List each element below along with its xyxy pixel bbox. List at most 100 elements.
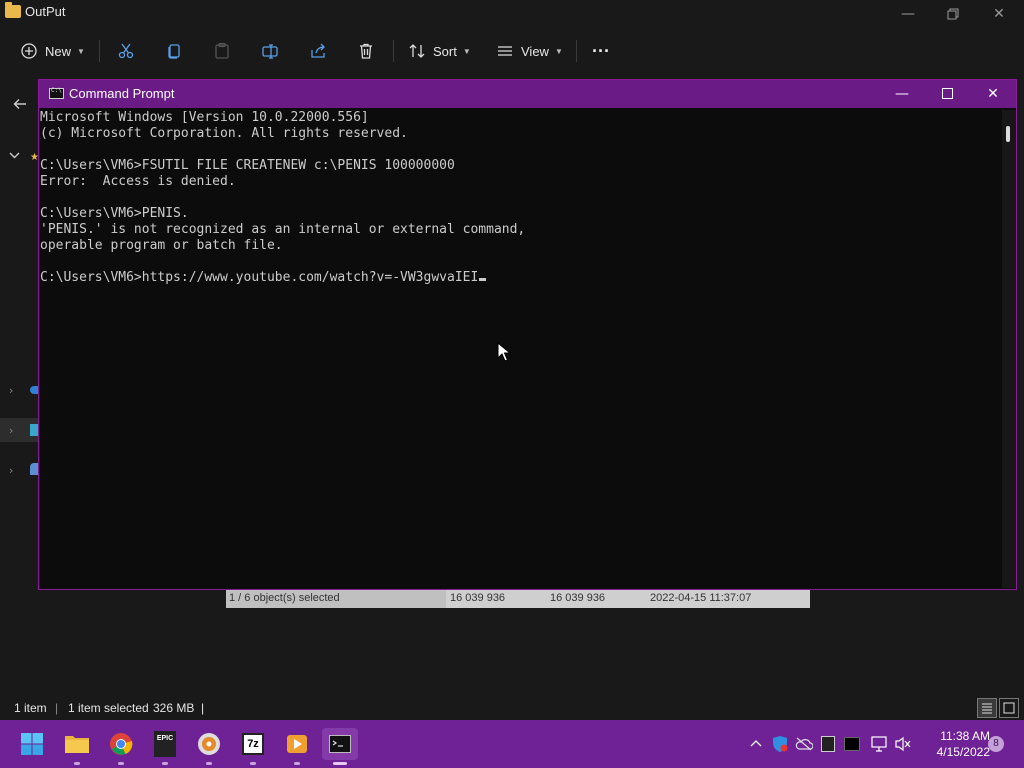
trash-icon (360, 43, 372, 59)
running-indicator (294, 762, 300, 765)
clock-time: 11:38 AM (940, 729, 990, 743)
view-list-icon (498, 46, 512, 56)
file-details-row[interactable]: 1 / 6 object(s) selected 16 039 936 16 0… (226, 590, 810, 608)
running-indicator (74, 762, 80, 765)
explorer-status-bar: 1 item | 1 item selected 326 MB | (0, 698, 1024, 720)
close-icon[interactable]: ✕ (976, 0, 1022, 28)
file-size-alt: 16 039 936 (550, 592, 606, 604)
onedrive-offline-icon[interactable] (794, 734, 814, 754)
cmd-titlebar[interactable]: Command Prompt — ✕ (39, 80, 1016, 108)
command-prompt-window[interactable]: Command Prompt — ✕ Microsoft Windows [Ve… (38, 79, 1017, 590)
taskbar-chrome[interactable] (103, 728, 139, 765)
copy-button[interactable] (165, 38, 183, 64)
console-line: C:\Users\VM6>PENIS. (40, 206, 189, 221)
chevron-right-icon[interactable]: › (9, 384, 13, 397)
cmd-app-icon (49, 87, 64, 99)
running-indicator (206, 762, 212, 765)
sort-label: Sort (433, 43, 457, 59)
folder-icon (65, 736, 89, 753)
running-indicator (118, 762, 124, 765)
back-arrow-icon[interactable] (12, 96, 28, 116)
star-icon: ★ (30, 152, 39, 163)
status-divider: | (201, 701, 205, 715)
plus-circle-icon (21, 43, 37, 59)
chevron-down-icon[interactable] (9, 150, 20, 164)
tiles-view-icon[interactable] (999, 698, 1019, 718)
chevron-right-icon[interactable]: › (9, 464, 13, 477)
paste-button[interactable] (213, 38, 231, 64)
taskbar-disc-app[interactable] (191, 728, 227, 765)
chevron-down-icon: ▼ (462, 46, 471, 56)
7zip-icon: 7z (242, 733, 264, 755)
file-size: 16 039 936 (450, 592, 506, 604)
console-line: operable program or batch file. (40, 238, 283, 253)
item-count: 1 item (14, 701, 47, 715)
notification-badge[interactable]: 8 (988, 736, 1004, 752)
active-indicator (333, 762, 347, 765)
close-icon[interactable]: ✕ (970, 80, 1016, 108)
taskbar: EPIC 7z 11:38 AM 4/15/2022 (0, 720, 1024, 768)
network-icon (30, 463, 38, 475)
minimize-icon[interactable]: — (879, 80, 925, 108)
folder-icon (5, 2, 21, 18)
cmd-title: Command Prompt (69, 86, 175, 101)
new-label: New (45, 43, 72, 59)
text-cursor (479, 278, 487, 281)
modified-date: 2022-04-15 11:37:07 (650, 592, 752, 604)
maximize-icon[interactable] (924, 80, 970, 108)
chevron-down-icon: ▼ (77, 46, 85, 56)
more-options-button[interactable]: ··· (592, 38, 610, 64)
toolbar-divider (393, 40, 394, 62)
rename-icon (262, 44, 278, 59)
network-icon[interactable] (870, 734, 890, 754)
pc-icon (30, 424, 38, 436)
console-scrollbar[interactable] (1002, 110, 1016, 588)
explorer-title: OutPut (25, 4, 66, 19)
scissors-icon (118, 43, 134, 59)
status-divider: | (55, 701, 59, 715)
start-button[interactable] (14, 728, 50, 760)
taskbar-media-app[interactable] (279, 728, 315, 765)
chevron-up-icon[interactable] (746, 734, 766, 754)
chevron-right-icon[interactable]: › (9, 424, 13, 437)
copy-icon (168, 44, 180, 59)
console-line: C:\Users\VM6>FSUTIL FILE CREATENEW c:\PE… (40, 158, 455, 173)
clock-date: 4/15/2022 (936, 745, 990, 759)
cut-button[interactable] (117, 38, 135, 64)
terminal-tray-icon[interactable] (842, 734, 862, 754)
taskbar-command-prompt[interactable] (322, 728, 358, 765)
share-button[interactable] (309, 38, 327, 64)
windows-logo-icon (21, 733, 43, 755)
console-line: C:\Users\VM6>https://www.youtube.com/wat… (40, 270, 1001, 286)
system-clock[interactable]: 11:38 AM 4/15/2022 (920, 728, 990, 760)
rename-button[interactable] (261, 38, 279, 64)
console-line: Error: Access is denied. (40, 174, 236, 189)
scrollbar-thumb[interactable] (1006, 126, 1010, 142)
taskbar-epic-games[interactable]: EPIC (147, 728, 183, 765)
new-button[interactable]: New ▼ (20, 38, 85, 64)
delete-button[interactable] (357, 38, 375, 64)
disc-icon (198, 733, 220, 755)
selected-size: 326 MB (153, 701, 195, 715)
share-icon (311, 43, 325, 58)
console-line: 'PENIS.' is not recognized as an interna… (40, 222, 526, 237)
details-view-icon[interactable] (977, 698, 997, 718)
taskbar-file-explorer[interactable] (59, 728, 95, 765)
minimize-icon[interactable]: — (885, 0, 931, 28)
epic-tray-icon[interactable] (818, 734, 838, 754)
explorer-titlebar[interactable]: OutPut — ✕ (0, 0, 1024, 28)
taskbar-7zip[interactable]: 7z (235, 728, 271, 765)
restore-icon[interactable] (930, 0, 976, 28)
security-shield-icon[interactable] (770, 734, 790, 754)
view-button[interactable]: View ▼ (496, 38, 563, 64)
objects-selected: 1 / 6 object(s) selected (229, 592, 340, 604)
chevron-down-icon: ▼ (554, 46, 563, 56)
toolbar-divider (576, 40, 577, 62)
console-output[interactable]: Microsoft Windows [Version 10.0.22000.55… (39, 110, 1001, 588)
epic-games-icon: EPIC (154, 731, 176, 757)
volume-muted-icon[interactable] (893, 734, 913, 754)
sort-button[interactable]: Sort ▼ (408, 38, 471, 64)
